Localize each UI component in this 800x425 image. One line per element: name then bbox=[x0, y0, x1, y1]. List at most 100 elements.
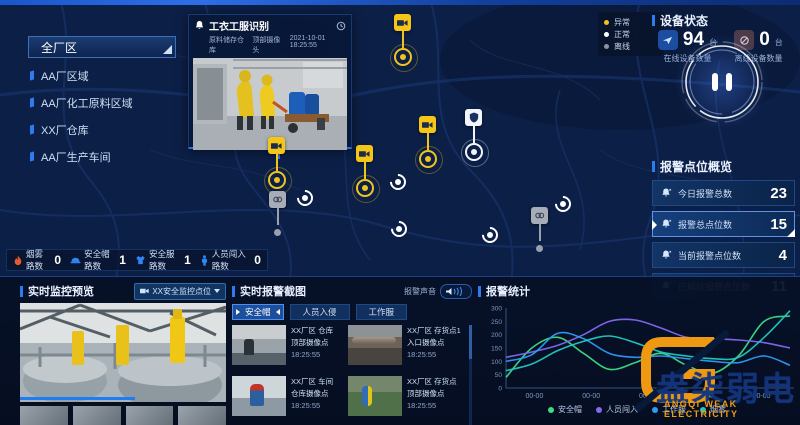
plant-scene bbox=[20, 303, 226, 402]
alarm-snapshot-image bbox=[348, 376, 402, 416]
channel-stat-label: 人员闯入路数 bbox=[212, 248, 250, 272]
popup-meta: 原料储存仓库 顶部摄像头 2021-10-01 18:25:55 bbox=[189, 33, 351, 58]
status-dot-icon bbox=[604, 44, 609, 49]
marker-dot bbox=[274, 229, 281, 236]
alarm-popup-header: 工衣工服识别 bbox=[189, 15, 351, 33]
svg-text:200: 200 bbox=[491, 332, 502, 339]
camera-icon bbox=[140, 287, 149, 295]
alarm-card-location: XX厂区 车间 bbox=[291, 376, 333, 388]
alarm-card-text: XX厂区 存货点1入口摄像点18:25:55 bbox=[407, 325, 461, 373]
device-status-title-row: 设备状态 bbox=[652, 12, 794, 29]
bullet-icon bbox=[30, 124, 34, 134]
svg-text:250: 250 bbox=[491, 319, 502, 326]
alarm-tab[interactable]: 工作服 bbox=[356, 304, 408, 320]
sidebar-item[interactable]: AA厂化工原料区域 bbox=[30, 89, 133, 116]
clock-icon[interactable] bbox=[336, 21, 346, 31]
region-selector-label: 全厂区 bbox=[41, 41, 77, 55]
alarm-overview-title: 报警点位概览 bbox=[660, 158, 732, 175]
alarm-overview-value: 23 bbox=[770, 185, 787, 202]
alarm-popup[interactable]: 工衣工服识别 原料储存仓库 顶部摄像头 2021-10-01 18:25:55 bbox=[188, 14, 352, 149]
alarm-tab[interactable]: 人员入侵 bbox=[290, 304, 350, 320]
alarm-overview-label: 当前报警点位数 bbox=[678, 249, 779, 262]
sidebar-item[interactable]: AA厂生产车间 bbox=[30, 143, 133, 170]
alarm-card-location: XX厂区 存货点1 bbox=[407, 325, 461, 337]
camera-thumbnail[interactable] bbox=[73, 406, 121, 425]
monitor-point-selector[interactable]: XX安全监控点位 bbox=[134, 283, 226, 300]
alarm-card-camera: 顶部摄像点 bbox=[407, 388, 457, 400]
alarm-overview-value: 4 bbox=[779, 247, 787, 264]
alarm-sound-control: 报警声音 bbox=[404, 284, 472, 299]
channel-stat-label: 安全帽路数 bbox=[84, 248, 114, 272]
alarm-card-text: XX厂区 仓库顶部摄像点18:25:55 bbox=[291, 325, 333, 373]
alarm-bell-icon bbox=[660, 218, 672, 230]
map-marker-shield[interactable] bbox=[463, 109, 485, 165]
legend-dot-icon bbox=[548, 407, 554, 413]
camera-thumbnail[interactable] bbox=[126, 406, 174, 425]
title-bar-icon bbox=[652, 15, 655, 26]
live-video-frame[interactable] bbox=[20, 303, 226, 402]
chart-legend-item[interactable]: 安全帽 bbox=[548, 404, 582, 415]
dot-icon bbox=[487, 232, 493, 238]
alarm-snapshot-image bbox=[348, 325, 402, 365]
alarm-overview-row[interactable]: 当前报警点位数4 bbox=[652, 242, 795, 268]
sidebar-item-label: AA厂化工原料区域 bbox=[41, 95, 133, 111]
alarm-card[interactable]: XX厂区 存货点1入口摄像点18:25:55 bbox=[348, 325, 464, 373]
map-legend-item: 离线 bbox=[604, 40, 658, 52]
sidebar-item[interactable]: AA厂区域 bbox=[30, 62, 133, 89]
map-marker-normal[interactable] bbox=[296, 189, 314, 207]
map-marker-alarm[interactable] bbox=[392, 14, 414, 70]
bell-icon bbox=[194, 20, 205, 31]
alarm-card[interactable]: XX厂区 存货点顶部摄像点18:25:55 bbox=[348, 376, 464, 424]
map-marker-normal[interactable] bbox=[554, 195, 572, 213]
map-marker-normal[interactable] bbox=[390, 220, 408, 238]
alarm-overview-row[interactable]: 报警总点位数15 bbox=[652, 211, 795, 237]
alarm-sound-toggle[interactable] bbox=[440, 284, 472, 299]
bullet-icon bbox=[30, 70, 34, 80]
chart-panel-header: 报警统计 bbox=[478, 283, 796, 299]
alarm-card-location: XX厂区 仓库 bbox=[291, 325, 333, 337]
map-marker-alarm[interactable] bbox=[266, 137, 288, 193]
online-device-icon bbox=[658, 30, 678, 50]
popup-timestamp: 2021-10-01 18:25:55 bbox=[290, 35, 346, 55]
camera-thumbnail-strip bbox=[20, 406, 226, 425]
bullet-icon bbox=[30, 151, 34, 161]
scrollbar-thumb[interactable] bbox=[469, 325, 472, 359]
channel-stat-value: 0 bbox=[54, 253, 61, 267]
speaker-icon bbox=[445, 287, 467, 296]
map-marker-alarm[interactable] bbox=[354, 145, 376, 201]
dot-icon bbox=[396, 226, 402, 232]
alarm-card[interactable]: XX厂区 仓库顶部摄像点18:25:55 bbox=[232, 325, 348, 373]
channel-stat: 烟雾路数0 bbox=[13, 248, 61, 272]
svg-text:00-00: 00-00 bbox=[582, 393, 600, 400]
video-progress-bar[interactable] bbox=[20, 397, 135, 400]
marker-head bbox=[269, 191, 286, 208]
alarm-panel-title: 实时报警截图 bbox=[240, 283, 306, 299]
status-dot-icon bbox=[604, 20, 609, 25]
marker-head bbox=[394, 14, 411, 31]
dashboard: 全厂区 AA厂区域 AA厂化工原料区域 XX厂仓库AA厂生产车间 工衣工服识别 原料… bbox=[0, 0, 800, 425]
alarm-bell-icon bbox=[660, 249, 672, 261]
camera-thumbnail[interactable] bbox=[20, 406, 68, 425]
alarm-snapshot-panel: 实时报警截图 报警声音 安全帽人员入侵工作服 XX厂区 仓库顶部摄像点18:25… bbox=[232, 283, 472, 425]
map-marker-offline[interactable] bbox=[267, 191, 289, 247]
legend-dot-icon bbox=[596, 407, 602, 413]
alarm-card-time: 18:25:55 bbox=[291, 349, 333, 361]
region-selector[interactable]: 全厂区 bbox=[28, 36, 176, 58]
channel-stat: 人员闯入路数0 bbox=[200, 248, 261, 272]
camera-thumbnail[interactable] bbox=[178, 406, 226, 425]
offline-unit: 台 bbox=[775, 37, 783, 48]
sidebar-item-label: AA厂区域 bbox=[41, 68, 89, 84]
marker-dot bbox=[425, 156, 431, 162]
alarm-card[interactable]: XX厂区 车间仓库摄像点18:25:55 bbox=[232, 376, 348, 424]
sidebar-item[interactable]: XX厂仓库 bbox=[30, 116, 133, 143]
title-bar-icon bbox=[478, 286, 481, 297]
alarm-overview-row[interactable]: 今日报警总数23 bbox=[652, 180, 795, 206]
channel-stats-strip: 烟雾路数0安全帽路数1安全服路数1人员闯入路数0 bbox=[6, 249, 268, 271]
map-marker-normal[interactable] bbox=[389, 173, 407, 191]
map-marker-alarm[interactable] bbox=[417, 116, 439, 172]
channel-stat-icon suit-icon bbox=[135, 255, 146, 265]
scrollbar[interactable] bbox=[469, 325, 472, 425]
map-marker-normal[interactable] bbox=[481, 226, 499, 244]
alarm-tab[interactable]: 安全帽 bbox=[232, 304, 284, 320]
map-marker-offline[interactable] bbox=[529, 207, 551, 263]
